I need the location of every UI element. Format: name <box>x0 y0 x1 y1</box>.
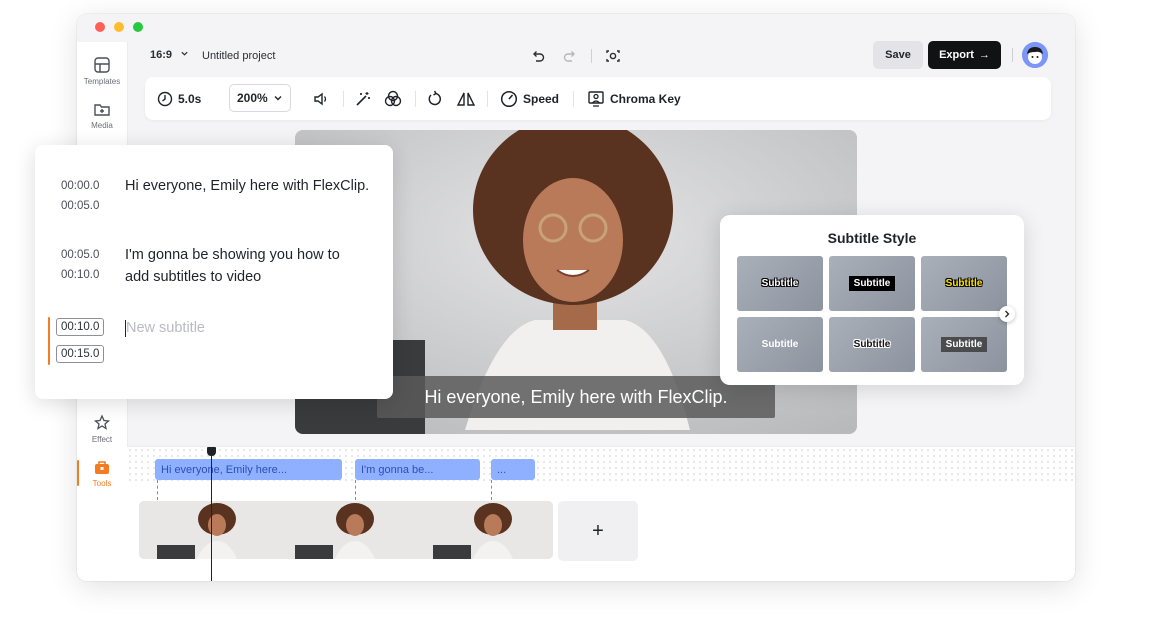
style-sample-text: Subtitle <box>940 337 988 352</box>
duration-value: 5.0s <box>178 91 202 106</box>
style-sample-text: Subtitle <box>853 339 891 350</box>
toolbar-divider <box>415 91 416 107</box>
clock-icon <box>157 91 173 106</box>
video-clip-thumbnail[interactable] <box>139 501 277 559</box>
subtitle-style-option[interactable]: Subtitle <box>829 317 915 372</box>
tools-icon <box>95 461 109 474</box>
chroma-key-button[interactable]: Chroma Key <box>587 77 681 120</box>
chevron-right-icon <box>1005 310 1010 318</box>
chroma-key-label: Chroma Key <box>610 91 681 106</box>
subtitle-end-time[interactable]: 00:05.0 <box>61 200 99 212</box>
subtitle-text[interactable]: Hi everyone, Emily here with FlexClip. <box>125 175 385 197</box>
sidebar-item-label: Effect <box>91 435 113 444</box>
playhead[interactable] <box>211 447 212 581</box>
toolbar-divider <box>573 91 574 107</box>
zoom-value: 200% <box>237 91 268 105</box>
chevron-down-icon <box>274 96 282 101</box>
color-filter-icon[interactable] <box>383 89 403 109</box>
new-subtitle-input[interactable]: New subtitle <box>126 317 205 339</box>
speedometer-icon <box>500 90 518 107</box>
subtitle-style-title: Subtitle Style <box>827 230 917 246</box>
subtitle-start-time-input[interactable]: 00:10.0 <box>56 318 105 336</box>
playhead-handle[interactable] <box>207 447 216 456</box>
save-button[interactable]: Save <box>873 41 923 69</box>
subtitle-style-option[interactable]: Subtitle <box>921 317 1007 372</box>
timeline: Hi everyone, Emily here... I'm gonna be.… <box>127 446 1075 581</box>
undo-icon[interactable] <box>530 48 546 64</box>
subtitle-style-option[interactable]: Subtitle <box>921 256 1007 311</box>
subtitle-style-option[interactable]: Subtitle <box>737 317 823 372</box>
sidebar-item-label: Templates <box>83 77 121 86</box>
toolbar-divider <box>343 91 344 107</box>
sidebar-item-effect[interactable]: Effect <box>77 414 127 444</box>
effect-icon <box>93 414 111 430</box>
video-clip-thumbnail[interactable] <box>415 501 553 559</box>
subtitle-style-option[interactable]: Subtitle <box>737 256 823 311</box>
minimize-window-button[interactable] <box>114 22 124 32</box>
subtitle-end-time[interactable]: 00:10.0 <box>61 269 99 281</box>
sidebar-item-templates[interactable]: Templates <box>77 56 127 86</box>
speed-button[interactable]: Speed <box>500 77 559 120</box>
sidebar-item-label: Media <box>91 121 113 130</box>
add-clip-button[interactable]: + <box>558 501 638 561</box>
chroma-key-icon <box>588 90 604 107</box>
sidebar-item-media[interactable]: Media <box>77 100 127 130</box>
arrow-right-icon: → <box>978 49 990 61</box>
next-styles-button[interactable] <box>999 306 1015 322</box>
subtitle-start-time[interactable]: 00:00.0 <box>61 180 99 192</box>
zoom-select[interactable]: 200% <box>229 84 291 112</box>
media-icon <box>94 104 110 116</box>
project-title[interactable]: Untitled project <box>202 50 275 62</box>
toolbar: 5.0s 200% Speed Chroma Key <box>145 77 1051 120</box>
active-subtitle-indicator <box>48 317 50 365</box>
clip-marker <box>157 480 158 500</box>
video-clip-thumbnail[interactable] <box>277 501 415 559</box>
subtitle-style-option[interactable]: Subtitle <box>829 256 915 311</box>
speed-label: Speed <box>523 91 560 106</box>
style-sample-text: Subtitle <box>848 276 896 291</box>
user-avatar-icon <box>1022 42 1048 68</box>
clip-marker <box>491 480 492 500</box>
redo-icon[interactable] <box>562 48 578 64</box>
subtitle-clip[interactable]: ... <box>491 459 535 480</box>
screenshot-icon[interactable] <box>605 48 621 64</box>
close-window-button[interactable] <box>95 22 105 32</box>
avatar[interactable] <box>1022 42 1048 68</box>
subtitle-clip[interactable]: I'm gonna be... <box>355 459 480 480</box>
rotate-icon[interactable] <box>426 90 444 108</box>
subtitle-overlay[interactable]: Hi everyone, Emily here with FlexClip. <box>377 376 775 418</box>
sidebar-item-tools[interactable]: Tools <box>77 458 127 488</box>
flip-icon[interactable] <box>456 90 476 108</box>
header-divider <box>591 49 592 63</box>
subtitle-style-panel: Subtitle Style Subtitle Subtitle Subtitl… <box>720 215 1024 385</box>
style-sample-text: Subtitle <box>761 339 799 350</box>
subtitle-start-time[interactable]: 00:05.0 <box>61 249 99 261</box>
subtitle-end-time-input[interactable]: 00:15.0 <box>56 345 105 363</box>
aspect-ratio-select[interactable]: 16:9 <box>150 49 189 61</box>
subtitle-clip[interactable]: Hi everyone, Emily here... <box>155 459 342 480</box>
magic-wand-icon[interactable] <box>354 90 372 108</box>
style-sample-text: Subtitle <box>761 278 799 289</box>
maximize-window-button[interactable] <box>133 22 143 32</box>
subtitle-text[interactable]: add subtitles to video <box>125 266 385 288</box>
style-sample-text: Subtitle <box>945 278 983 289</box>
volume-icon[interactable] <box>312 90 330 108</box>
subtitle-text[interactable]: I'm gonna be showing you how to <box>125 244 385 266</box>
chevron-down-icon <box>181 51 188 56</box>
aspect-ratio-value: 16:9 <box>150 49 173 61</box>
export-label: Export <box>939 49 974 61</box>
sidebar-item-label: Tools <box>92 479 112 488</box>
subtitle-list-panel: 00:00.0 00:05.0 Hi everyone, Emily here … <box>35 145 393 399</box>
duration-control[interactable]: 5.0s <box>157 77 201 120</box>
templates-icon <box>94 57 110 73</box>
clip-marker <box>355 480 356 500</box>
export-button[interactable]: Export → <box>928 41 1001 69</box>
toolbar-divider <box>487 91 488 107</box>
header-divider <box>1012 48 1013 62</box>
